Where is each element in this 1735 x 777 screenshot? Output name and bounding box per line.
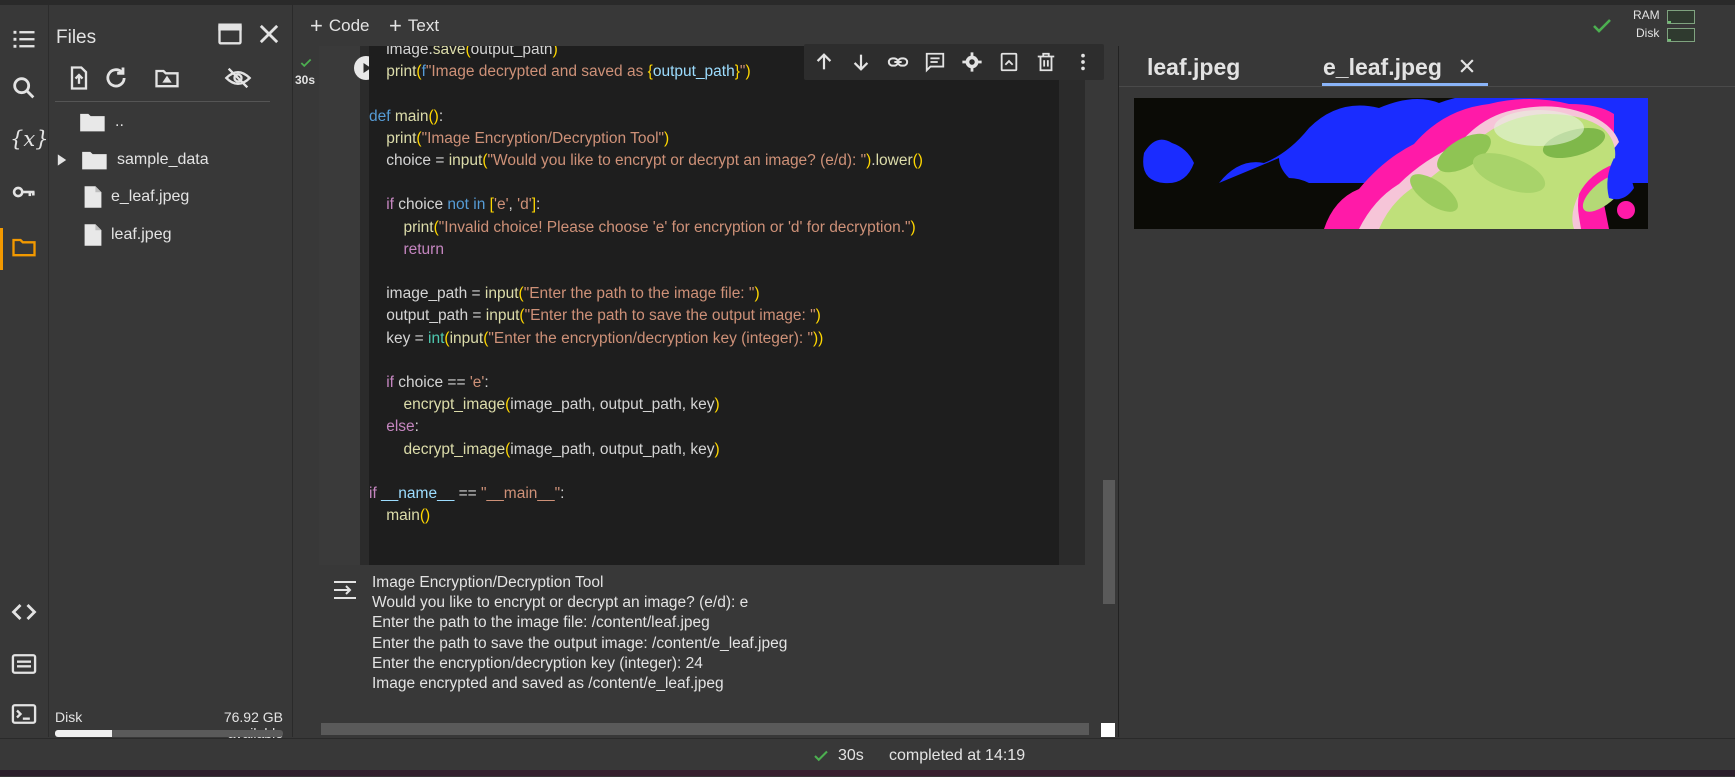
- disk-meter[interactable]: [1667, 28, 1695, 42]
- code-editor[interactable]: image.save(output_path) print(f"Image de…: [369, 46, 1059, 565]
- execution-check-icon: [299, 56, 313, 70]
- tree-item-label: leaf.jpeg: [111, 226, 172, 243]
- divider: [55, 101, 270, 102]
- tab-e-leaf-jpeg[interactable]: e_leaf.jpeg: [1323, 54, 1442, 81]
- disk-meter-fill: [1668, 39, 1672, 41]
- tree-item-label: sample_data: [117, 151, 209, 168]
- add-code-button[interactable]: + Code: [310, 13, 370, 39]
- comment-icon[interactable]: [924, 51, 946, 73]
- output-actions-icon[interactable]: [332, 579, 358, 601]
- encrypted-leaf-image: [1134, 98, 1648, 229]
- upload-file-icon[interactable]: [65, 64, 93, 92]
- close-icon[interactable]: [255, 20, 283, 48]
- vertical-scrollbar[interactable]: [1103, 480, 1115, 604]
- settings-gear-icon[interactable]: [961, 51, 983, 73]
- top-toolbar: + Code + Text RAM Disk: [293, 5, 1735, 45]
- close-tab-icon[interactable]: [1457, 56, 1477, 76]
- disk-usage-fill: [55, 730, 112, 737]
- search-icon[interactable]: [10, 74, 38, 102]
- file-icon: [84, 186, 102, 208]
- plus-icon: +: [389, 13, 402, 38]
- add-text-button[interactable]: + Text: [389, 13, 439, 39]
- command-palette-icon[interactable]: [10, 650, 38, 678]
- activity-bar: {x}: [0, 5, 49, 737]
- status-message: completed at 14:19: [889, 747, 1026, 764]
- code-text[interactable]: image.save(output_path) print(f"Image de…: [369, 46, 923, 527]
- status-check-icon: [812, 747, 830, 765]
- active-indicator: [0, 228, 3, 270]
- add-text-label: Text: [407, 16, 440, 35]
- refresh-icon[interactable]: [102, 64, 130, 92]
- variables-icon[interactable]: {x}: [10, 125, 49, 153]
- tree-item-label: e_leaf.jpeg: [111, 188, 190, 205]
- ram-meter-fill: [1668, 21, 1671, 23]
- disk-usage-bar: [55, 730, 283, 737]
- cell-output: Image Encryption/Decryption Tool Would y…: [319, 565, 1085, 706]
- connected-check-icon[interactable]: [1590, 14, 1614, 38]
- cell-toolbar: [804, 44, 1104, 80]
- secrets-key-icon[interactable]: [10, 178, 38, 206]
- folder-open-icon: [80, 113, 105, 132]
- execution-time: 30s: [295, 73, 316, 87]
- tree-item-label: ..: [115, 113, 124, 130]
- tree-item-e-leaf[interactable]: e_leaf.jpeg: [83, 182, 189, 212]
- ram-label: RAM: [1633, 8, 1660, 22]
- plus-icon: +: [310, 13, 323, 38]
- move-up-icon[interactable]: [813, 51, 835, 73]
- scroll-corner: [1101, 723, 1115, 737]
- code-snippets-icon[interactable]: [10, 598, 38, 626]
- horizontal-scrollbar[interactable]: [321, 723, 1089, 735]
- cell-gutter: [319, 46, 378, 565]
- files-folder-icon[interactable]: [10, 233, 38, 261]
- tree-item-sample-data[interactable]: sample_data: [55, 145, 209, 175]
- tree-item-parent[interactable]: ..: [79, 107, 124, 137]
- disk-label: Disk: [55, 709, 83, 725]
- mount-drive-icon[interactable]: [153, 64, 181, 92]
- terminal-icon[interactable]: [10, 700, 38, 728]
- folder-icon: [82, 151, 107, 170]
- cell-status: 30s: [293, 46, 319, 106]
- tab-leaf-jpeg[interactable]: leaf.jpeg: [1147, 54, 1240, 81]
- link-icon[interactable]: [887, 51, 909, 73]
- file-icon: [84, 224, 102, 246]
- table-of-contents-icon[interactable]: [10, 25, 38, 53]
- hide-files-eye-icon[interactable]: [224, 64, 252, 92]
- files-panel-title: Files: [56, 27, 97, 48]
- encrypted-image-preview: [1134, 98, 1648, 229]
- divider: [1119, 86, 1735, 87]
- mirror-cell-icon[interactable]: [998, 51, 1020, 73]
- tree-item-leaf[interactable]: leaf.jpeg: [83, 220, 172, 250]
- notebook-area: 30s image.save(output_path) print(f"Imag…: [293, 44, 1119, 737]
- more-vert-icon[interactable]: [1072, 51, 1094, 73]
- disk-label: Disk: [1636, 26, 1660, 40]
- ram-meter[interactable]: [1667, 10, 1695, 24]
- delete-trash-icon[interactable]: [1035, 51, 1057, 73]
- file-viewer-panel: leaf.jpeg e_leaf.jpeg: [1119, 46, 1735, 737]
- window-bottom-edge: [0, 770, 1735, 776]
- files-panel: Files .. sample_data e_leaf.jpeg leaf.jp…: [49, 5, 293, 741]
- add-code-label: Code: [328, 16, 370, 35]
- open-in-tab-icon[interactable]: [216, 20, 244, 48]
- expand-caret-icon[interactable]: [55, 153, 69, 167]
- output-text: Image Encryption/Decryption Tool Would y…: [372, 574, 788, 693]
- status-duration: 30s: [838, 747, 864, 764]
- move-down-icon[interactable]: [850, 51, 872, 73]
